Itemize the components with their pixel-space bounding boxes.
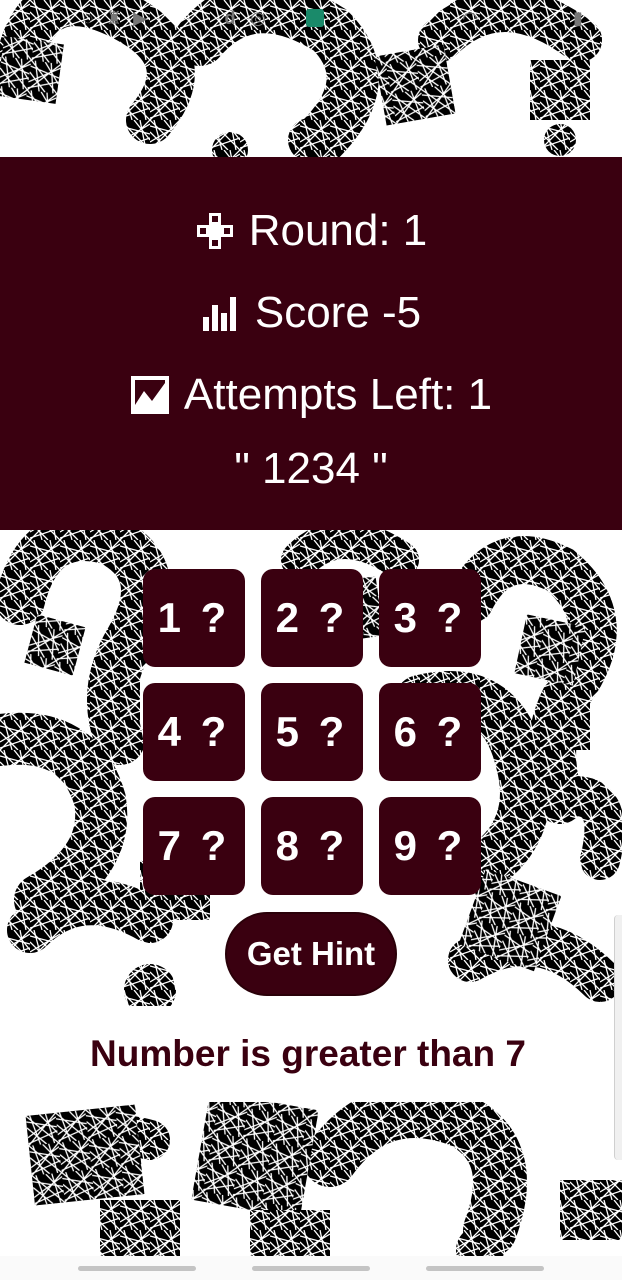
guess-row: " 1234 ": [0, 439, 622, 499]
trend-chart-icon: [130, 376, 169, 414]
status-bar: ◌ ♜ ▶ d ◎ ◠ ▮: [0, 0, 622, 36]
round-text: Round: 1: [248, 206, 428, 255]
youtube-icon: ▶: [133, 8, 147, 28]
app-icon: [306, 9, 324, 27]
guess-display: " 1234 ": [234, 444, 388, 493]
attempts-row: Attempts Left: 1: [0, 365, 622, 425]
attempts-text: Attempts Left: 1: [183, 370, 493, 419]
battery-icon: ▮: [573, 8, 583, 28]
get-hint-button[interactable]: Get Hint: [225, 912, 397, 996]
tile-8[interactable]: 8 ?: [261, 797, 363, 895]
instagram-icon: ◎: [250, 8, 266, 28]
bar-chart-icon: [202, 297, 236, 331]
whatsapp-icon: ◌: [82, 8, 94, 28]
tile-1[interactable]: 1 ?: [143, 569, 245, 667]
tile-6[interactable]: 6 ?: [379, 683, 481, 781]
score-row: Score -5: [0, 283, 622, 343]
round-row: Round: 1: [0, 201, 622, 261]
recent-apps-bar[interactable]: [78, 1266, 196, 1271]
tile-7[interactable]: 7 ?: [143, 797, 245, 895]
score-text: Score -5: [254, 288, 422, 337]
number-grid: 1 ? 2 ? 3 ? 4 ? 5 ? 6 ? 7 ? 8 ? 9 ?: [143, 569, 481, 895]
tile-4[interactable]: 4 ?: [143, 683, 245, 781]
tile-9[interactable]: 9 ?: [379, 797, 481, 895]
gamepad-icon: [196, 213, 233, 249]
hint-message: Number is greater than 7: [8, 1006, 608, 1102]
back-bar[interactable]: [426, 1266, 544, 1271]
home-bar[interactable]: [252, 1266, 370, 1271]
stats-panel: Round: 1 Score -5 Attempts Left: 1 " 123…: [0, 157, 622, 530]
wifi-icon: ◠: [462, 8, 478, 28]
edge-panel-handle[interactable]: [614, 915, 622, 1160]
bag-icon: ♜: [105, 8, 123, 28]
d-app-icon: d: [224, 8, 236, 28]
tile-3[interactable]: 3 ?: [379, 569, 481, 667]
navigation-bar: [0, 1256, 622, 1280]
tile-2[interactable]: 2 ?: [261, 569, 363, 667]
tile-5[interactable]: 5 ?: [261, 683, 363, 781]
